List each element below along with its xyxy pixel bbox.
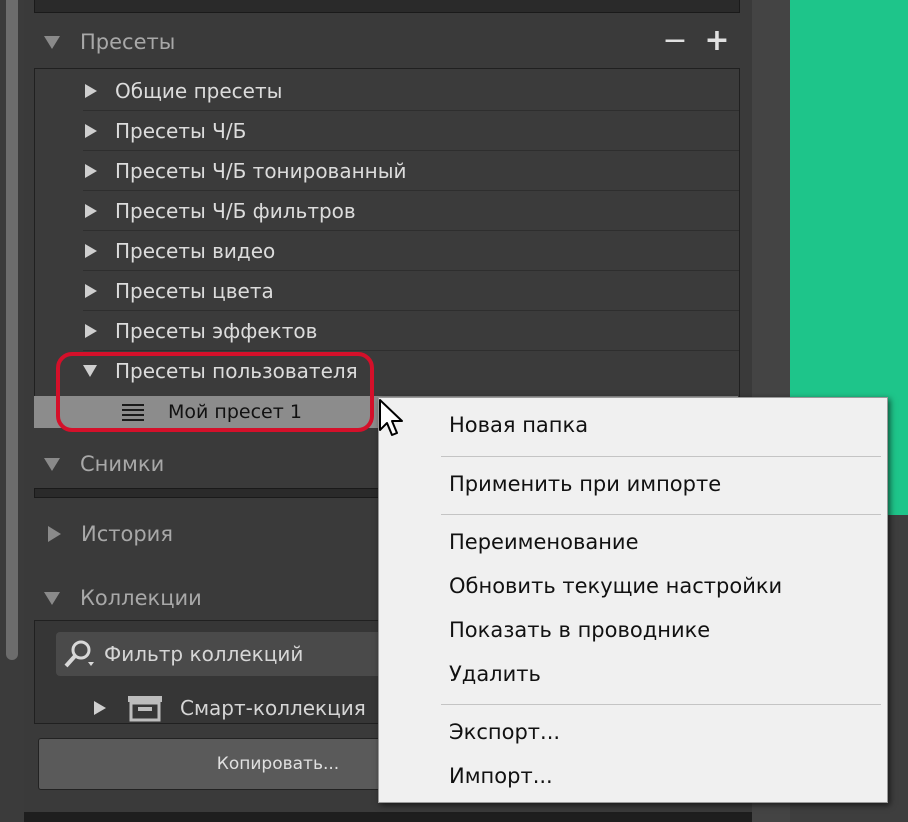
panel-top-bar bbox=[34, 0, 740, 13]
preset-folder-bw-filters[interactable]: Пресеты Ч/Б фильтров bbox=[35, 191, 739, 231]
menu-separator bbox=[441, 704, 881, 705]
collapse-triangle-icon bbox=[44, 35, 60, 49]
highlight-annotation bbox=[56, 352, 374, 432]
remove-preset-button[interactable]: − bbox=[660, 22, 690, 62]
snapshots-header-label: Снимки bbox=[80, 452, 165, 476]
preset-folder-effects[interactable]: Пресеты эффектов bbox=[35, 311, 739, 351]
preset-folder-video[interactable]: Пресеты видео bbox=[35, 231, 739, 271]
mouse-cursor-icon bbox=[379, 399, 403, 436]
presets-list: Общие пресеты Пресеты Ч/Б Пресеты Ч/Б то… bbox=[34, 68, 740, 400]
expand-triangle-icon bbox=[85, 204, 97, 218]
collections-header-label: Коллекции bbox=[80, 586, 202, 610]
history-header-label: История bbox=[81, 522, 173, 546]
preset-folder-general[interactable]: Общие пресеты bbox=[35, 71, 739, 111]
menu-item-new-folder[interactable]: Новая папка bbox=[449, 413, 588, 437]
collapse-triangle-icon bbox=[44, 457, 60, 471]
preset-folder-label: Пресеты Ч/Б bbox=[115, 119, 247, 143]
expand-triangle-icon bbox=[48, 526, 61, 542]
preset-folder-color[interactable]: Пресеты цвета bbox=[35, 271, 739, 311]
smart-collection-label: Смарт-коллекция bbox=[180, 696, 366, 720]
collapse-triangle-icon bbox=[44, 591, 60, 605]
expand-triangle-icon bbox=[85, 324, 97, 338]
collections-header[interactable]: Коллекции bbox=[40, 578, 380, 618]
menu-item-rename[interactable]: Переименование bbox=[449, 530, 639, 554]
menu-item-export[interactable]: Экспорт... bbox=[449, 720, 560, 744]
menu-item-update-settings[interactable]: Обновить текущие настройки bbox=[449, 574, 782, 598]
preset-folder-label: Пресеты видео bbox=[115, 239, 276, 263]
context-menu: Новая папка Применить при импорте Переим… bbox=[378, 397, 888, 803]
preset-folder-label: Пресеты Ч/Б тонированный bbox=[115, 159, 407, 183]
collection-set-icon bbox=[128, 696, 162, 722]
preset-folder-label: Пресеты Ч/Б фильтров bbox=[115, 199, 356, 223]
expand-triangle-icon bbox=[85, 84, 97, 98]
preset-folder-bw-toned[interactable]: Пресеты Ч/Б тонированный bbox=[35, 151, 739, 191]
expand-triangle-icon bbox=[85, 164, 97, 178]
collection-filter-placeholder: Фильтр коллекций bbox=[104, 642, 304, 666]
snapshots-header[interactable]: Снимки bbox=[40, 444, 380, 484]
expand-triangle-icon bbox=[85, 124, 97, 138]
menu-separator bbox=[441, 514, 881, 515]
add-preset-button[interactable]: + bbox=[700, 22, 734, 62]
preset-folder-label: Пресеты эффектов bbox=[115, 319, 318, 343]
preset-folder-bw[interactable]: Пресеты Ч/Б bbox=[35, 111, 739, 151]
expand-triangle-icon bbox=[85, 284, 97, 298]
menu-item-show-in-explorer[interactable]: Показать в проводнике bbox=[449, 618, 710, 642]
menu-item-apply-on-import[interactable]: Применить при импорте bbox=[449, 472, 721, 496]
left-scrollbar[interactable] bbox=[6, 0, 18, 660]
search-icon bbox=[64, 640, 94, 668]
menu-item-import[interactable]: Импорт... bbox=[449, 764, 553, 788]
preset-folder-label: Общие пресеты bbox=[115, 79, 283, 103]
menu-separator bbox=[441, 456, 881, 457]
expand-triangle-icon bbox=[85, 244, 97, 258]
history-header[interactable]: История bbox=[40, 514, 380, 554]
preset-folder-label: Пресеты цвета bbox=[115, 279, 274, 303]
menu-item-delete[interactable]: Удалить bbox=[449, 662, 541, 686]
expand-triangle-icon bbox=[94, 701, 106, 715]
presets-header-label: Пресеты bbox=[80, 30, 176, 54]
presets-header[interactable]: Пресеты bbox=[40, 22, 740, 62]
